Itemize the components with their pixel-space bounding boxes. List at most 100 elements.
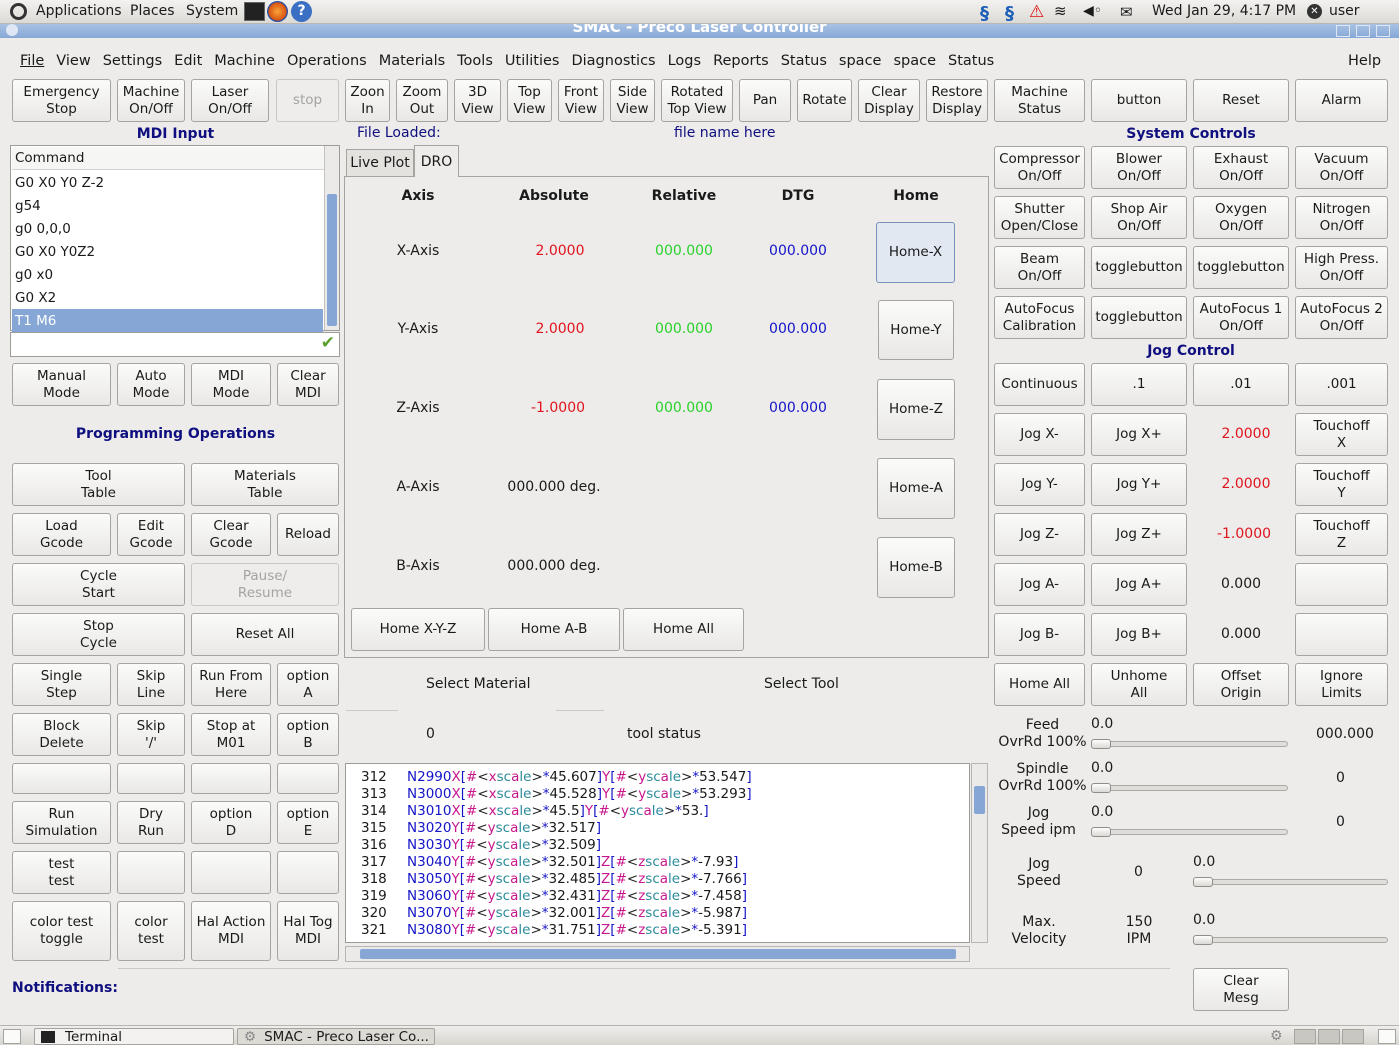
jog-x-plus-button[interactable]: Jog X+ bbox=[1091, 413, 1187, 456]
high-pressure-button[interactable]: High Press. On/Off bbox=[1295, 246, 1388, 289]
volume-icon[interactable]: ◀◦ bbox=[1083, 3, 1102, 19]
spindle-override-slider[interactable] bbox=[1091, 783, 1288, 793]
load-gcode-button[interactable]: Load Gcode bbox=[12, 513, 111, 556]
mdi-scroll-thumb[interactable] bbox=[327, 194, 337, 326]
autofocus-1-button[interactable]: AutoFocus 1 On/Off bbox=[1193, 296, 1289, 339]
cycle-start-button[interactable]: Cycle Start bbox=[12, 563, 185, 606]
hal-tog-mdi-button[interactable]: Hal Tog MDI bbox=[277, 901, 339, 961]
touchoff-b-button[interactable] bbox=[1295, 613, 1388, 656]
ignore-limits-button[interactable]: Ignore Limits bbox=[1295, 663, 1388, 706]
top-view-button[interactable]: Top View bbox=[507, 79, 552, 122]
menu-status[interactable]: Status bbox=[781, 53, 827, 69]
machine-onoff-button[interactable]: Machine On/Off bbox=[117, 79, 185, 122]
menu-reports[interactable]: Reports bbox=[713, 53, 769, 69]
max-velocity-slider[interactable] bbox=[1193, 935, 1388, 945]
tab-live-plot[interactable]: Live Plot bbox=[346, 149, 414, 176]
sync-icon[interactable]: § bbox=[1005, 3, 1014, 24]
clear-mdi-button[interactable]: Clear MDI bbox=[277, 363, 339, 406]
mail-icon[interactable]: ✉ bbox=[1120, 3, 1133, 21]
user-menu[interactable]: user bbox=[1329, 3, 1360, 19]
applications-menu[interactable]: Applications bbox=[36, 3, 122, 19]
jog-a-minus-button[interactable]: Jog A- bbox=[994, 563, 1085, 606]
beam-button[interactable]: Beam On/Off bbox=[994, 246, 1085, 289]
workspace-3[interactable] bbox=[1342, 1029, 1364, 1044]
shop-air-button[interactable]: Shop Air On/Off bbox=[1091, 196, 1187, 239]
menu-space-1[interactable]: space bbox=[839, 53, 882, 69]
home-x-button[interactable]: Home-X bbox=[876, 222, 955, 283]
toggle-button-2[interactable]: togglebutton bbox=[1193, 246, 1289, 289]
compressor-button[interactable]: Compressor On/Off bbox=[994, 146, 1085, 189]
minimize-icon[interactable] bbox=[1336, 25, 1350, 37]
menu-utilities[interactable]: Utilities bbox=[505, 53, 560, 69]
reload-button[interactable]: Reload bbox=[277, 513, 339, 556]
menu-materials[interactable]: Materials bbox=[379, 53, 445, 69]
blower-button[interactable]: Blower On/Off bbox=[1091, 146, 1187, 189]
run-from-here-button[interactable]: Run From Here bbox=[191, 663, 271, 706]
menu-file[interactable]: File bbox=[20, 53, 44, 69]
show-desktop-icon[interactable] bbox=[3, 1029, 21, 1044]
clock[interactable]: Wed Jan 29, 4:17 PM bbox=[1152, 3, 1296, 19]
home-b-button[interactable]: Home-B bbox=[877, 537, 955, 598]
clear-gcode-button[interactable]: Clear Gcode bbox=[191, 513, 271, 556]
home-all-dro-button[interactable]: Home All bbox=[623, 608, 744, 651]
block-delete-button[interactable]: Block Delete bbox=[12, 713, 111, 756]
reset-all-button[interactable]: Reset All bbox=[191, 613, 339, 656]
materials-table-button[interactable]: Materials Table bbox=[191, 463, 339, 506]
run-simulation-button[interactable]: Run Simulation bbox=[12, 801, 111, 844]
option-b-button[interactable]: option B bbox=[277, 713, 339, 756]
tab-dro[interactable]: DRO bbox=[414, 145, 459, 177]
home-ab-button[interactable]: Home A-B bbox=[488, 608, 620, 651]
jog-y-plus-button[interactable]: Jog Y+ bbox=[1091, 463, 1187, 506]
touchoff-z-button[interactable]: Touchoff Z bbox=[1295, 513, 1388, 556]
stop-button[interactable]: stop bbox=[276, 79, 339, 122]
menu-settings[interactable]: Settings bbox=[103, 53, 162, 69]
jog-z-minus-button[interactable]: Jog Z- bbox=[994, 513, 1085, 556]
gcode-vscroll-thumb[interactable] bbox=[974, 786, 985, 814]
nitrogen-button[interactable]: Nitrogen On/Off bbox=[1295, 196, 1388, 239]
tool-table-button[interactable]: Tool Table bbox=[12, 463, 185, 506]
mdi-command-row[interactable]: G0 X0 Y0Z2 bbox=[12, 240, 338, 263]
auto-mode-button[interactable]: Auto Mode bbox=[117, 363, 185, 406]
laser-onoff-button[interactable]: Laser On/Off bbox=[191, 79, 269, 122]
mdi-command-input[interactable]: ✔ bbox=[10, 332, 340, 357]
jog-z-plus-button[interactable]: Jog Z+ bbox=[1091, 513, 1187, 556]
user-icon[interactable]: ✕ bbox=[1307, 4, 1322, 19]
jog-increment-0-001-button[interactable]: .001 bbox=[1295, 363, 1388, 406]
spindle-override-knob[interactable] bbox=[1091, 783, 1111, 793]
vacuum-button[interactable]: Vacuum On/Off bbox=[1295, 146, 1388, 189]
jog-speed-ipm-slider[interactable] bbox=[1091, 827, 1288, 837]
exhaust-button[interactable]: Exhaust On/Off bbox=[1193, 146, 1289, 189]
places-menu[interactable]: Places bbox=[130, 3, 175, 19]
gcode-vscrollbar[interactable] bbox=[971, 763, 988, 943]
blank-button[interactable] bbox=[12, 763, 111, 794]
clear-message-button[interactable]: Clear Mesg bbox=[1193, 968, 1289, 1011]
alarm-button[interactable]: Alarm bbox=[1295, 79, 1388, 122]
generic-button[interactable]: button bbox=[1091, 79, 1187, 122]
jog-speed-slider[interactable] bbox=[1193, 877, 1388, 887]
manual-mode-button[interactable]: Manual Mode bbox=[12, 363, 111, 406]
stop-cycle-button[interactable]: Stop Cycle bbox=[12, 613, 185, 656]
maximize-icon[interactable] bbox=[1356, 25, 1370, 37]
jog-speed-ipm-knob[interactable] bbox=[1091, 827, 1111, 837]
select-material-combo[interactable]: Select Material bbox=[426, 676, 531, 692]
blank-button[interactable] bbox=[117, 763, 185, 794]
menu-view[interactable]: View bbox=[56, 53, 90, 69]
system-menu[interactable]: System bbox=[186, 3, 238, 19]
select-tool-combo[interactable]: Select Tool bbox=[764, 676, 839, 692]
menu-logs[interactable]: Logs bbox=[668, 53, 701, 69]
max-velocity-knob[interactable] bbox=[1193, 935, 1213, 945]
color-test-button[interactable]: color test bbox=[117, 901, 185, 961]
test-button[interactable]: test test bbox=[12, 851, 111, 894]
mdi-command-row-selected[interactable]: T1 M6 bbox=[12, 309, 323, 332]
home-xyz-button[interactable]: Home X-Y-Z bbox=[351, 608, 485, 651]
close-icon[interactable] bbox=[1376, 25, 1390, 37]
jog-b-plus-button[interactable]: Jog B+ bbox=[1091, 613, 1187, 656]
jog-speed-knob[interactable] bbox=[1193, 877, 1213, 887]
mdi-command-row[interactable]: g54 bbox=[12, 194, 338, 217]
jog-b-minus-button[interactable]: Jog B- bbox=[994, 613, 1085, 656]
menu-operations[interactable]: Operations bbox=[287, 53, 367, 69]
menu-machine[interactable]: Machine bbox=[214, 53, 275, 69]
blank-button[interactable] bbox=[277, 851, 339, 894]
pause-resume-button[interactable]: Pause/ Resume bbox=[191, 563, 339, 606]
jog-continuous-button[interactable]: Continuous bbox=[994, 363, 1085, 406]
